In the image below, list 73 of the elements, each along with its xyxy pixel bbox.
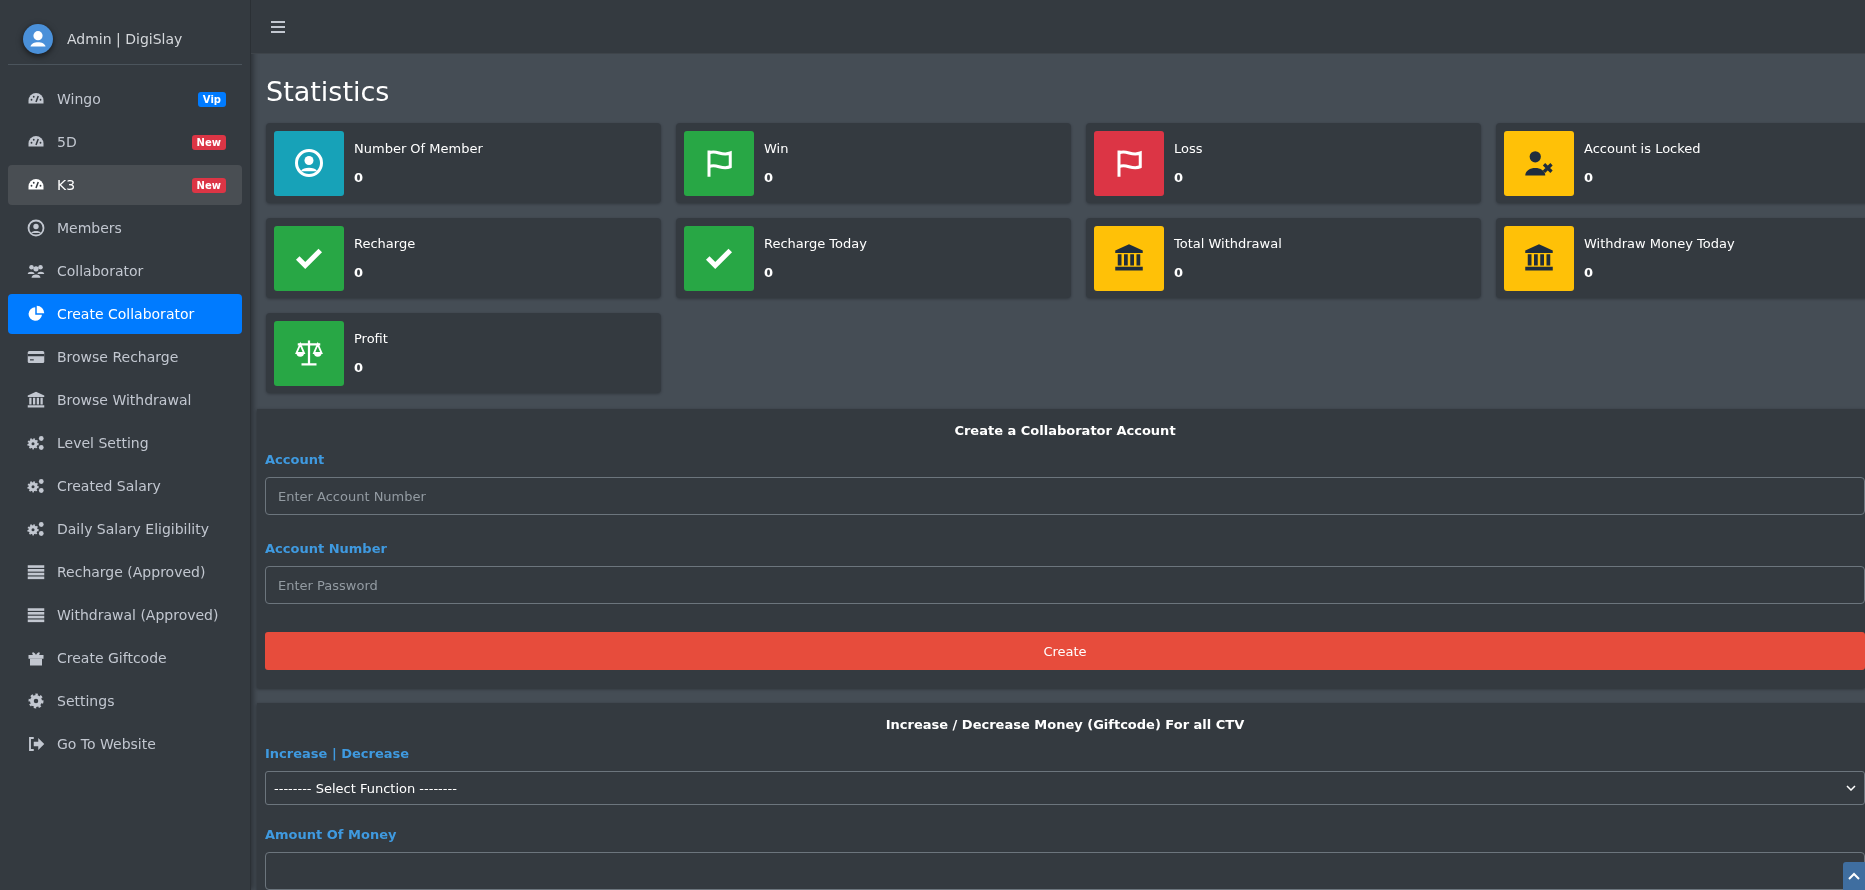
stat-value: 0 bbox=[1584, 265, 1595, 280]
stat-label: Account is Locked bbox=[1584, 141, 1701, 156]
stat-label: Loss bbox=[1174, 141, 1203, 156]
sidebar-item[interactable]: Collaborator bbox=[8, 251, 242, 291]
caret-icon bbox=[1846, 785, 1856, 791]
stat-value: 0 bbox=[1174, 265, 1185, 280]
pie-chart-icon bbox=[26, 305, 46, 323]
stat-label: Profit bbox=[354, 331, 388, 346]
sidebar-item[interactable]: Browse Withdrawal bbox=[8, 380, 242, 420]
scroll-top-button[interactable] bbox=[1843, 862, 1865, 890]
user-x-icon bbox=[1524, 148, 1554, 178]
list-icon bbox=[26, 563, 46, 581]
stat-value: 0 bbox=[354, 360, 365, 375]
user-circle-icon bbox=[26, 219, 46, 237]
user-circle-icon bbox=[294, 148, 324, 178]
sidebar-item[interactable]: 5D New bbox=[8, 122, 242, 162]
gift-icon bbox=[26, 649, 46, 667]
brand-name: Admin | DigiSlay bbox=[67, 31, 183, 47]
page-title: Statistics bbox=[266, 76, 391, 107]
sidebar-item[interactable]: K3 New bbox=[8, 165, 242, 205]
sidebar-item[interactable]: Create Giftcode bbox=[8, 638, 242, 678]
sidebar-item[interactable]: Settings bbox=[8, 681, 242, 721]
select-field[interactable]: -------- Select Function -------- bbox=[265, 771, 1865, 805]
avatar-icon bbox=[23, 24, 53, 54]
card-title: Increase / Decrease Money (Giftcode) For all CTV bbox=[885, 717, 1245, 732]
input-field[interactable]: Enter Account Number bbox=[265, 477, 1865, 515]
bank-icon bbox=[26, 391, 46, 409]
create-button[interactable]: Create bbox=[265, 632, 1865, 670]
credit-card-icon bbox=[26, 348, 46, 366]
badge: New bbox=[191, 177, 226, 193]
field-label: Account Number bbox=[265, 541, 388, 556]
caret-icon bbox=[1848, 872, 1860, 880]
stat-label: Recharge Today bbox=[764, 236, 867, 251]
stat-label: Number Of Member bbox=[354, 141, 483, 156]
sidebar-item[interactable]: Daily Salary Eligibility bbox=[8, 509, 242, 549]
badge: Vip bbox=[197, 91, 226, 107]
stat-value: 0 bbox=[354, 170, 365, 185]
input-field[interactable] bbox=[265, 852, 1865, 890]
stat-value: 0 bbox=[354, 265, 365, 280]
card-title: Create a Collaborator Account bbox=[954, 423, 1176, 438]
sidebar-item[interactable]: Members bbox=[8, 208, 242, 248]
bank-icon bbox=[1524, 243, 1554, 273]
settings-icon bbox=[26, 692, 46, 710]
gears-icon bbox=[26, 434, 46, 452]
field-label: Amount Of Money bbox=[265, 827, 398, 842]
badge: New bbox=[191, 134, 226, 150]
field-label: Increase | Decrease bbox=[265, 746, 411, 761]
users-icon bbox=[26, 262, 46, 280]
sidebar-item[interactable]: Withdrawal (Approved) bbox=[8, 595, 242, 635]
sidebar-item[interactable]: Wingo Vip bbox=[8, 79, 242, 119]
stat-value: 0 bbox=[1174, 170, 1185, 185]
sidebar-item[interactable]: Create Collaborator bbox=[8, 294, 242, 334]
stat-value: 0 bbox=[764, 265, 775, 280]
sidebar-item[interactable]: Browse Recharge bbox=[8, 337, 242, 377]
scale-icon bbox=[294, 338, 324, 368]
input-field[interactable]: Enter Password bbox=[265, 566, 1865, 604]
stat-label: Withdraw Money Today bbox=[1584, 236, 1735, 251]
bank-icon bbox=[1114, 243, 1144, 273]
menu-icon bbox=[271, 20, 285, 33]
list-icon bbox=[26, 606, 46, 624]
sidebar-item[interactable]: Created Salary bbox=[8, 466, 242, 506]
sidebar-item[interactable]: Level Setting bbox=[8, 423, 242, 463]
stat-value: 0 bbox=[1584, 170, 1595, 185]
stat-label: Win bbox=[764, 141, 789, 156]
stat-label: Recharge bbox=[354, 236, 416, 251]
gears-icon bbox=[26, 520, 46, 538]
field-label: Account bbox=[265, 452, 326, 467]
stat-label: Total Withdrawal bbox=[1174, 236, 1282, 251]
sidebar-item[interactable]: Recharge (Approved) bbox=[8, 552, 242, 592]
sidebar-item[interactable]: Go To Website bbox=[8, 724, 242, 764]
sign-out-icon bbox=[26, 735, 46, 753]
stat-value: 0 bbox=[764, 170, 775, 185]
gears-icon bbox=[26, 477, 46, 495]
